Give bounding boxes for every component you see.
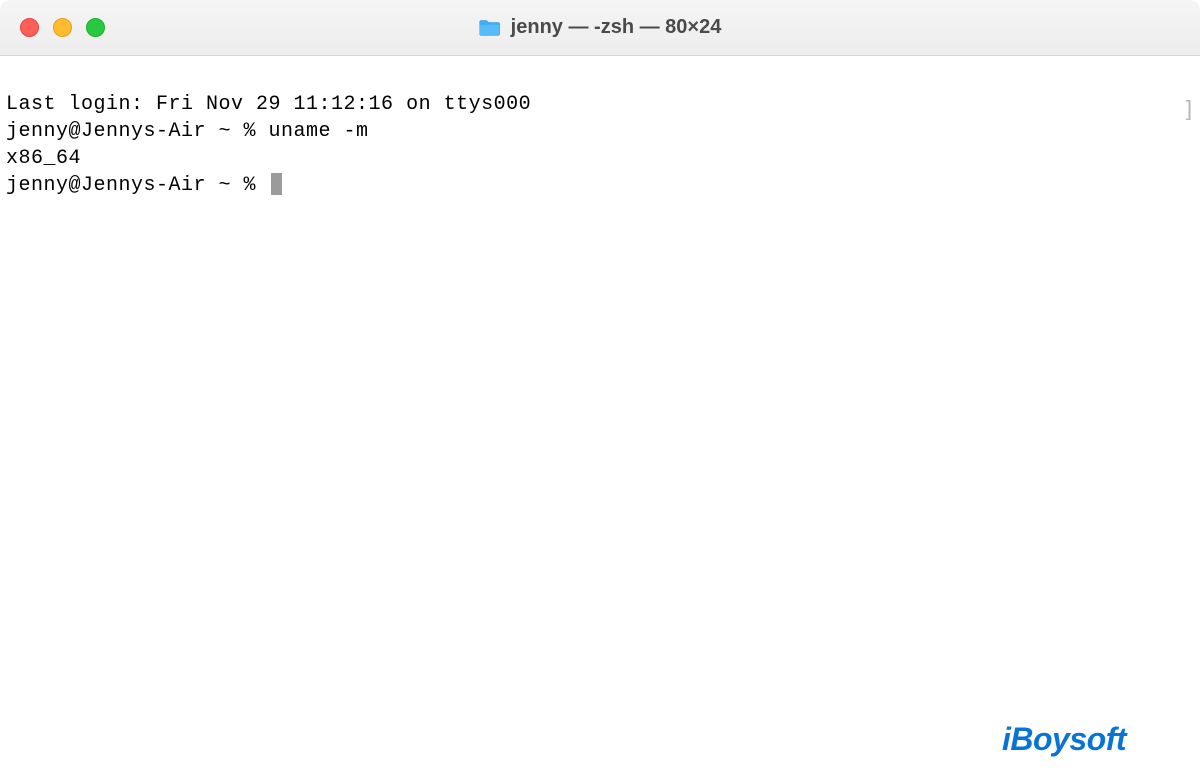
folder-icon [479, 19, 501, 37]
close-button[interactable] [20, 18, 39, 37]
scroll-indicator-icon: ] [1182, 96, 1196, 126]
terminal-prompt-text: jenny@Jennys-Air ~ % [6, 174, 269, 197]
watermark-text: iBoysoft [1002, 721, 1126, 757]
window-title: jenny — -zsh — 80×24 [511, 16, 722, 39]
terminal-content[interactable]: Last login: Fri Nov 29 11:12:16 on ttys0… [0, 56, 1200, 782]
watermark-logo: iBoysoft [1002, 721, 1126, 758]
zoom-button[interactable] [86, 18, 105, 37]
terminal-line-output-1: x86_64 [6, 145, 1194, 172]
terminal-line-prompt-1: jenny@Jennys-Air ~ % uname -m [6, 118, 1194, 145]
terminal-line-last-login: Last login: Fri Nov 29 11:12:16 on ttys0… [6, 91, 1194, 118]
terminal-line-prompt-2: jenny@Jennys-Air ~ % [6, 172, 1194, 199]
traffic-lights [20, 18, 105, 37]
minimize-button[interactable] [53, 18, 72, 37]
cursor-icon [271, 173, 282, 195]
window-titlebar: jenny — -zsh — 80×24 [0, 0, 1200, 56]
window-title-area: jenny — -zsh — 80×24 [479, 16, 722, 39]
